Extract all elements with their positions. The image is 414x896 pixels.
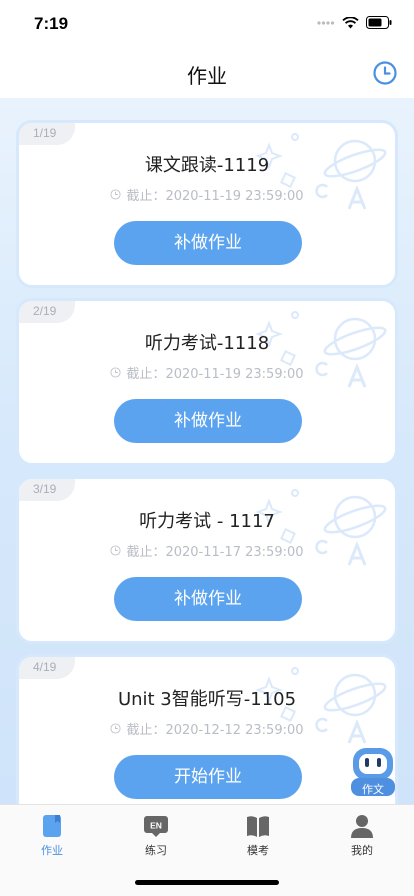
assignment-deadline: 截止：2020-12-12 23:59:00 <box>19 719 395 738</box>
tab-practice[interactable]: EN 练习 <box>121 813 191 858</box>
card-index: 1/19 <box>19 123 75 145</box>
card-index: 3/19 <box>19 479 75 501</box>
clock-icon <box>110 367 121 378</box>
deadline-text: 截止：2020-11-19 23:59:00 <box>126 189 304 204</box>
wifi-icon <box>342 16 359 28</box>
card-index: 4/19 <box>19 657 75 679</box>
assignment-title: Unit 3智能听写-1105 <box>117 689 297 710</box>
battery-icon <box>366 16 392 29</box>
essay-mascot-button[interactable]: 作文 <box>348 744 398 798</box>
book-icon <box>247 816 269 837</box>
tab-label: 作业 <box>41 844 63 857</box>
deadline-text: 截止：2020-11-19 23:59:00 <box>126 367 304 382</box>
profile-icon <box>351 815 373 838</box>
assignment-title: 听力考试 - 1117 <box>139 511 275 532</box>
assignment-deadline: 截止：2020-11-17 23:59:00 <box>19 541 395 560</box>
tab-label: 我的 <box>351 844 373 857</box>
assignment-card[interactable]: 4/19 Unit 3智能听写-1105 截止：2020-12-12 23:59… <box>16 654 398 804</box>
makeup-homework-button[interactable]: 补做作业 <box>114 577 302 621</box>
homework-icon <box>43 815 61 837</box>
tab-mock-exam[interactable]: 模考 <box>223 813 293 858</box>
makeup-homework-button[interactable]: 补做作业 <box>114 221 302 265</box>
status-icons <box>317 16 392 29</box>
page-title: 作业 <box>187 64 227 88</box>
assignment-card[interactable]: 2/19 听力考试-1118 截止：2020-11-19 23:59:00 补做… <box>16 298 398 466</box>
assignment-deadline: 截止：2020-11-19 23:59:00 <box>19 185 395 204</box>
mascot-label: 作文 <box>362 783 384 796</box>
deadline-text: 截止：2020-12-12 23:59:00 <box>126 723 304 738</box>
tab-profile[interactable]: 我的 <box>327 813 397 858</box>
home-indicator[interactable] <box>135 880 279 885</box>
deadline-text: 截止：2020-11-17 23:59:00 <box>126 545 304 560</box>
tab-homework[interactable]: 作业 <box>17 813 87 858</box>
clock-icon[interactable] <box>372 60 398 86</box>
svg-text:EN: EN <box>150 821 162 831</box>
tab-label: 练习 <box>145 844 167 857</box>
assignment-title: 听力考试-1118 <box>144 333 270 354</box>
start-homework-button[interactable]: 开始作业 <box>114 755 302 799</box>
clock-icon <box>110 723 121 734</box>
assignment-card[interactable]: 3/19 听力考试 - 1117 截止：2020-11-17 23:59:00 … <box>16 476 398 644</box>
tab-label: 模考 <box>247 844 269 857</box>
signal-icon <box>317 20 335 25</box>
assignment-card[interactable]: 1/19 课文跟读-1119 截止：2020-11-19 23:59:00 补做… <box>16 120 398 288</box>
status-time: 7:19 <box>34 14 69 33</box>
clock-icon <box>110 189 121 200</box>
makeup-homework-button[interactable]: 补做作业 <box>114 399 302 443</box>
clock-icon <box>110 545 121 556</box>
nav-bar: 作业 <box>0 48 414 98</box>
assignment-title: 课文跟读-1119 <box>144 155 270 176</box>
en-practice-icon: EN <box>144 816 168 837</box>
assignment-list[interactable]: 1/19 课文跟读-1119 截止：2020-11-19 23:59:00 补做… <box>0 98 414 804</box>
assignment-deadline: 截止：2020-11-19 23:59:00 <box>19 363 395 382</box>
status-bar: 7:19 <box>0 0 414 48</box>
card-index: 2/19 <box>19 301 75 323</box>
